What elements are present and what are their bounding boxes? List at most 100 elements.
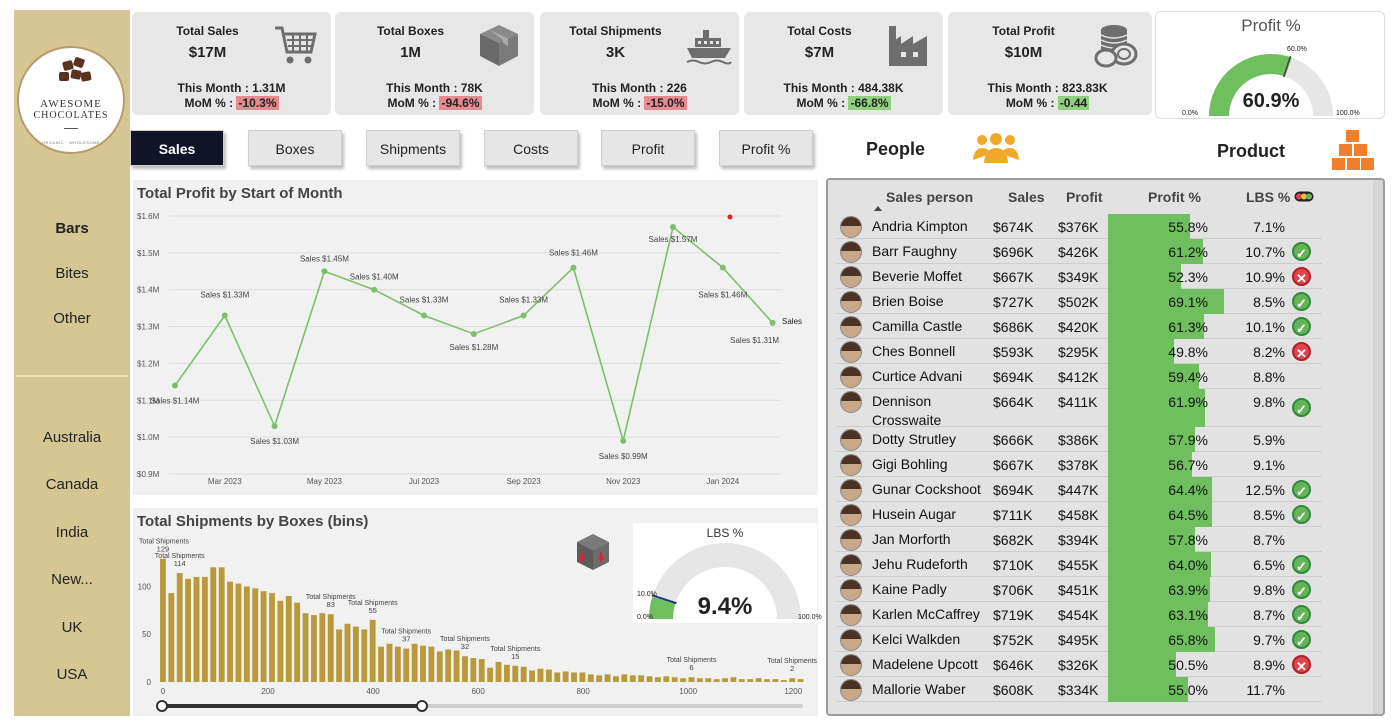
cell-profit-pct: 61.9% xyxy=(1168,394,1208,410)
gauge-target: 10.0% xyxy=(637,591,657,598)
brand-name-line2: CHOCOLATES xyxy=(33,110,109,121)
kpi-mom-value: -94.6% xyxy=(439,96,482,110)
avatar-hair xyxy=(841,317,861,326)
country-uk[interactable]: UK xyxy=(14,619,130,636)
table-row[interactable]: Dennison Crosswaite $664K $411K 61.9% 9.8% ✓ xyxy=(836,389,1322,428)
bar xyxy=(227,581,233,682)
country-new-zealand[interactable]: New... xyxy=(14,571,130,588)
column-header-profit[interactable]: Profit xyxy=(1066,189,1103,205)
product-boxes-icon[interactable] xyxy=(1332,129,1374,171)
check-circle-icon: ✓ xyxy=(1292,317,1311,336)
table-row[interactable]: Jehu Rudeforth $710K $455K 64.0% 6.5% ✓ xyxy=(836,552,1322,577)
check-circle-icon: ✓ xyxy=(1292,292,1311,311)
avatar xyxy=(840,604,862,626)
sort-ascending-icon xyxy=(874,206,882,211)
bar xyxy=(545,669,552,682)
table-row[interactable]: Madelene Upcott $646K $326K 50.5% 8.9% ✕ xyxy=(836,652,1322,677)
table-row[interactable]: Dotty Strutley $666K $386K 57.9% 5.9% xyxy=(836,427,1322,452)
bar xyxy=(705,678,712,682)
data-point xyxy=(321,268,328,275)
bar xyxy=(495,661,502,682)
gauge-max: 100.0% xyxy=(1336,110,1360,117)
table-row[interactable]: Jan Morforth $682K $394K 57.8% 8.7% xyxy=(836,527,1322,552)
bar xyxy=(436,651,443,682)
tab-shipments[interactable]: Shipments xyxy=(366,130,460,166)
bar xyxy=(269,593,275,682)
table-row[interactable]: Barr Faughny $696K $426K 61.2% 10.7% ✓ xyxy=(836,239,1322,264)
bar xyxy=(537,668,544,682)
cell-sales: $719K xyxy=(993,607,1034,623)
bar xyxy=(663,676,670,682)
category-other[interactable]: Other xyxy=(14,310,130,327)
bar xyxy=(336,629,343,682)
data-label: Sales $1.46M xyxy=(698,291,747,300)
check-circle-icon: ✓ xyxy=(1292,398,1311,417)
cell-name: Dotty Strutley xyxy=(872,431,957,447)
cell-name: Mallorie Waber xyxy=(872,681,966,697)
kpi-mom-value: -0.44 xyxy=(1057,96,1090,110)
table-row[interactable]: Kelci Walkden $752K $495K 65.8% 9.7% ✓ xyxy=(836,627,1322,652)
cell-profit: $394K xyxy=(1058,532,1099,548)
check-circle-icon: ✓ xyxy=(1292,605,1311,624)
data-label: Sales $1.33M xyxy=(200,291,249,300)
box-weight-icon xyxy=(577,534,609,570)
sidebar-divider xyxy=(16,375,128,377)
tab-costs[interactable]: Costs xyxy=(484,130,578,166)
cell-name: Gigi Bohling xyxy=(872,456,948,472)
country-india[interactable]: India xyxy=(14,524,130,541)
column-header-lbs-pct[interactable]: LBS % xyxy=(1246,189,1290,205)
cell-profit-pct: 64.4% xyxy=(1168,482,1208,498)
product-button[interactable]: Product xyxy=(1217,141,1285,162)
avatar xyxy=(840,479,862,501)
category-bars[interactable]: Bars xyxy=(14,220,130,237)
table-row[interactable]: Ches Bonnell $593K $295K 49.8% 8.2% ✕ xyxy=(836,339,1322,364)
people-icon[interactable] xyxy=(972,130,1020,166)
line-chart-panel: Total Profit by Start of Month $1.6M $1.5… xyxy=(133,180,818,495)
cell-name: Jehu Rudeforth xyxy=(872,556,968,572)
table-row[interactable]: Kaine Padly $706K $451K 63.9% 9.8% ✓ xyxy=(836,577,1322,602)
range-slider-end-handle[interactable] xyxy=(416,700,428,712)
table-row[interactable]: Mallorie Waber $608K $334K 55.0% 11.7% xyxy=(836,677,1322,702)
kpi-mom-value: -66.8% xyxy=(848,96,891,110)
country-usa[interactable]: USA xyxy=(14,666,130,683)
table-row[interactable]: Karlen McCaffrey $719K $454K 63.1% 8.7% ✓ xyxy=(836,602,1322,627)
table-row[interactable]: Camilla Castle $686K $420K 61.3% 10.1% ✓ xyxy=(836,314,1322,339)
avatar-hair xyxy=(841,242,861,251)
tab-profit[interactable]: Profit xyxy=(601,130,695,166)
tab-sales[interactable]: Sales xyxy=(130,130,224,166)
cell-profit-pct: 55.0% xyxy=(1168,682,1208,698)
table-row[interactable]: Husein Augar $711K $458K 64.5% 8.5% ✓ xyxy=(836,502,1322,527)
table-row[interactable]: Curtice Advani $694K $412K 59.4% 8.8% xyxy=(836,364,1322,389)
category-bites[interactable]: Bites xyxy=(14,265,130,282)
kpi-mom-label: MoM % : xyxy=(387,96,440,110)
cell-profit-pct: 63.1% xyxy=(1168,607,1208,623)
data-label: Sales $1.33M xyxy=(400,296,449,305)
country-canada[interactable]: Canada xyxy=(14,476,130,493)
chocolate-icon xyxy=(59,72,69,81)
bar xyxy=(369,619,376,682)
kpi-mom-label: MoM % : xyxy=(184,96,237,110)
cell-profit-pct: 55.8% xyxy=(1168,219,1208,235)
kpi-mom-value: -15.0% xyxy=(644,96,687,110)
table-row[interactable]: Gigi Bohling $667K $378K 56.7% 9.1% xyxy=(836,452,1322,477)
cell-name: Curtice Advani xyxy=(872,368,963,384)
country-australia[interactable]: Australia xyxy=(14,429,130,446)
range-slider-start-handle[interactable] xyxy=(156,700,168,712)
bar xyxy=(302,613,309,682)
table-row[interactable]: Brien Boise $727K $502K 69.1% 8.5% ✓ xyxy=(836,289,1322,314)
tab-boxes[interactable]: Boxes xyxy=(248,130,342,166)
cell-sales: $696K xyxy=(993,244,1034,260)
people-button[interactable]: People xyxy=(866,139,925,160)
table-row[interactable]: Andria Kimpton $674K $376K 55.8% 7.1% xyxy=(836,214,1322,239)
table-row[interactable]: Beverie Moffet $667K $349K 52.3% 10.9% ✕ xyxy=(836,264,1322,289)
bar xyxy=(730,677,737,682)
traffic-light-icon xyxy=(1294,191,1314,202)
cell-profit: $334K xyxy=(1058,682,1099,698)
column-header-sales[interactable]: Sales xyxy=(1008,189,1045,205)
table-row[interactable]: Gunar Cockshoot $694K $447K 64.4% 12.5% ✓ xyxy=(836,477,1322,502)
column-header-profit-pct[interactable]: Profit % xyxy=(1148,189,1201,205)
cell-name: Beverie Moffet xyxy=(872,268,963,284)
tab-profit-pct[interactable]: Profit % xyxy=(719,130,813,166)
column-header-sales-person[interactable]: Sales person xyxy=(886,189,973,205)
table-scrollbar[interactable] xyxy=(1373,180,1383,714)
